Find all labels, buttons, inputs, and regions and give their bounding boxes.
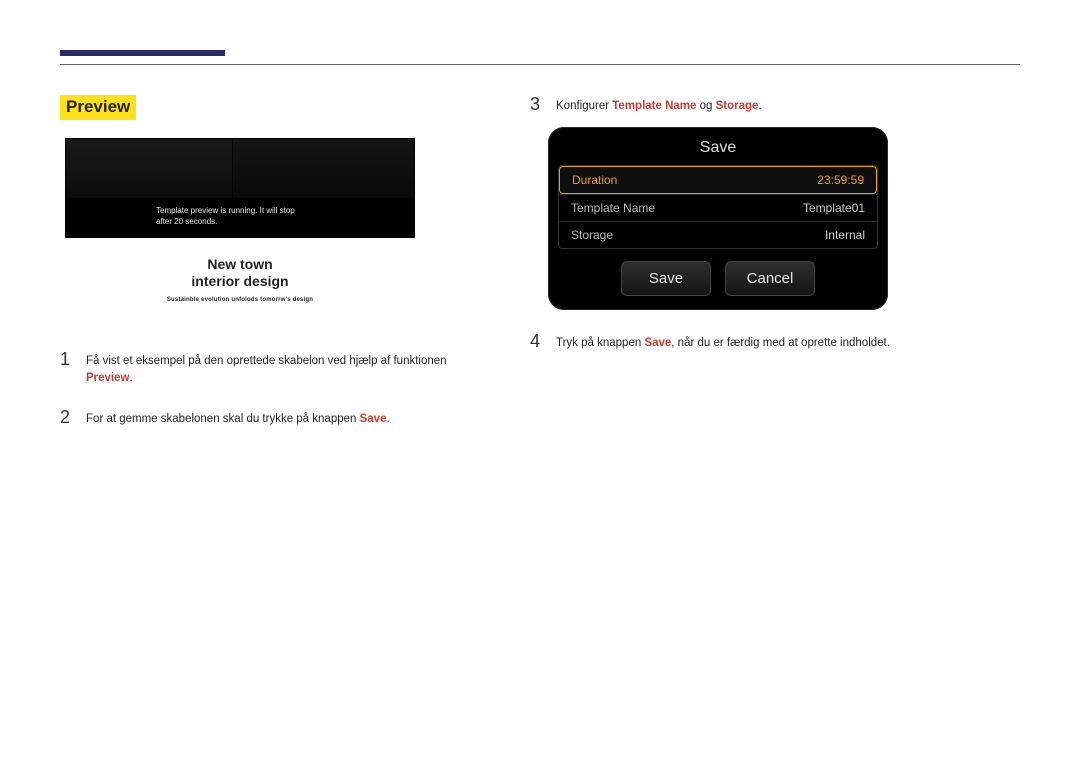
step-text-pre: For at gemme skabelonen skal du trykke p…	[86, 413, 360, 425]
step-text-post: .	[386, 413, 389, 425]
save-dialog-rows: Duration 23:59:59 Template Name Template…	[558, 165, 878, 249]
step-text-highlight-2: Storage	[716, 100, 759, 112]
step-number: 2	[60, 408, 74, 426]
step-text-pre: Tryk på knappen	[556, 337, 644, 349]
step-text: Tryk på knappen Save, når du er færdig m…	[556, 332, 890, 352]
cancel-button[interactable]: Cancel	[725, 261, 815, 296]
preview-banner-line1: Template preview is running. It will sto…	[156, 206, 295, 215]
save-row-label: Template Name	[571, 201, 655, 215]
preview-screen: Template preview is running. It will sto…	[65, 138, 415, 238]
step-text: Få vist et eksempel på den oprettede ska…	[86, 350, 470, 386]
step-text: For at gemme skabelonen skal du trykke p…	[86, 408, 390, 428]
header-divider	[60, 64, 1020, 65]
step-text-highlight: Save	[360, 413, 387, 425]
step-text-mid: og	[696, 100, 715, 112]
save-dialog-title: Save	[558, 137, 878, 165]
preview-headline-2: interior design	[65, 273, 415, 289]
step-text-highlight-1: Template Name	[612, 100, 696, 112]
step-text-post: , når du er færdig med at oprette indhol…	[671, 337, 890, 349]
preview-banner-line2: after 20 seconds.	[156, 217, 414, 227]
preview-subtext: Sustainble evolution unfolods tomorrw's …	[65, 297, 415, 303]
section-title: Preview	[60, 95, 136, 120]
step-text-post: .	[129, 372, 132, 384]
step-4: 4 Tryk på knappen Save, når du er færdig…	[530, 332, 1020, 352]
save-row-label: Duration	[572, 173, 617, 187]
save-button[interactable]: Save	[621, 261, 711, 296]
preview-headline-1: New town	[65, 256, 415, 272]
step-number: 3	[530, 95, 544, 113]
step-number: 4	[530, 332, 544, 350]
save-row-template-name[interactable]: Template Name Template01	[559, 194, 877, 221]
save-row-duration[interactable]: Duration 23:59:59	[559, 166, 877, 194]
step-text-pre: Konfigurer	[556, 100, 612, 112]
preview-banner: Template preview is running. It will sto…	[66, 198, 414, 237]
save-row-value: 23:59:59	[817, 173, 864, 187]
step-2: 2 For at gemme skabelonen skal du trykke…	[60, 408, 470, 428]
step-text-pre: Få vist et eksempel på den oprettede ska…	[86, 355, 447, 367]
save-row-value: Template01	[803, 201, 865, 215]
save-dialog: Save Duration 23:59:59 Template Name Tem…	[548, 127, 888, 310]
step-number: 1	[60, 350, 74, 368]
step-text-post: .	[758, 100, 761, 112]
save-dialog-buttons: Save Cancel	[558, 261, 878, 296]
save-row-storage[interactable]: Storage Internal	[559, 221, 877, 248]
step-1: 1 Få vist et eksempel på den oprettede s…	[60, 350, 470, 386]
step-text: Konfigurer Template Name og Storage.	[556, 95, 762, 115]
save-row-value: Internal	[825, 228, 865, 242]
preview-caption: New town interior design Sustainble evol…	[65, 238, 415, 303]
header-accent-bar	[60, 50, 225, 56]
step-text-highlight: Save	[644, 337, 671, 349]
step-text-highlight: Preview	[86, 372, 129, 384]
step-3: 3 Konfigurer Template Name og Storage.	[530, 95, 1020, 115]
preview-figure: Template preview is running. It will sto…	[65, 138, 415, 328]
save-row-label: Storage	[571, 228, 613, 242]
